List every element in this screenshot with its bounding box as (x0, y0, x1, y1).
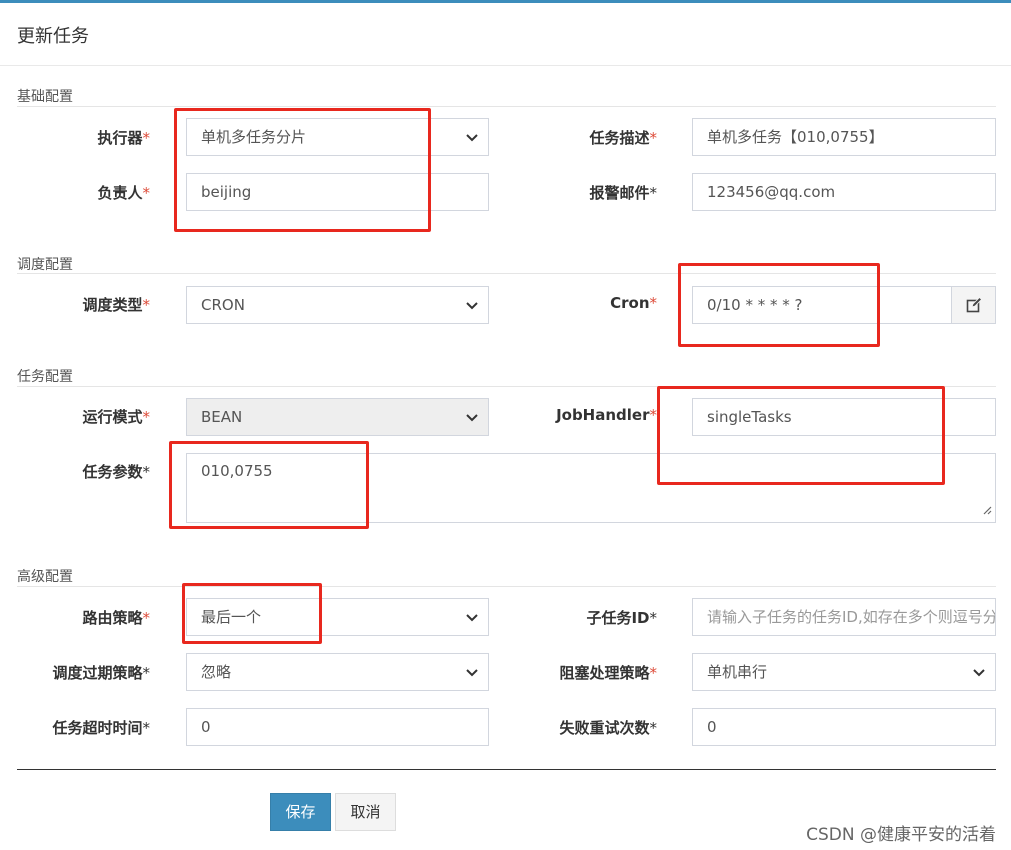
block-strategy-label: 阻塞处理策略* (559, 664, 657, 682)
chevron-down-icon (973, 654, 985, 690)
job-param-label: 任务参数* (82, 463, 150, 481)
job-handler-label: JobHandler* (556, 406, 657, 424)
job-handler-input[interactable]: singleTasks (692, 398, 996, 436)
job-param-textarea[interactable]: 010,0755 (186, 453, 996, 523)
cron-edit-button[interactable] (951, 286, 996, 324)
resize-handle-icon[interactable] (982, 501, 992, 519)
job-desc-label: 任务描述* (589, 129, 657, 147)
chevron-down-icon (466, 599, 478, 635)
cron-label: Cron* (610, 294, 657, 312)
child-job-id-input[interactable]: 请输入子任务的任务ID,如存在多个则逗号分隔 (692, 598, 996, 636)
chevron-down-icon (466, 654, 478, 690)
schedule-type-label: 调度类型* (82, 296, 150, 314)
schedule-type-select[interactable]: CRON (186, 286, 489, 324)
timeout-label: 任务超时时间* (52, 719, 150, 737)
cancel-button[interactable]: 取消 (335, 793, 396, 831)
fail-retry-input[interactable]: 0 (692, 708, 996, 746)
section-title-schedule: 调度配置 (17, 257, 73, 273)
fail-retry-label: 失败重试次数* (559, 719, 657, 737)
modal-title: 更新任务 (17, 26, 89, 47)
title-divider (0, 65, 1011, 66)
chevron-down-icon (466, 287, 478, 323)
job-desc-input[interactable]: 单机多任务【010,0755】 (692, 118, 996, 156)
edit-icon (966, 297, 982, 313)
author-input[interactable]: beijing (186, 173, 489, 211)
section-title-basic: 基础配置 (17, 89, 73, 105)
run-mode-select: BEAN (186, 398, 489, 436)
run-mode-label: 运行模式* (82, 408, 150, 426)
route-strategy-select[interactable]: 最后一个 (186, 598, 489, 636)
section-divider (17, 386, 996, 387)
misfire-strategy-select[interactable]: 忽略 (186, 653, 489, 691)
author-label: 负责人* (97, 184, 150, 202)
executor-label: 执行器* (97, 129, 150, 147)
footer-divider (17, 769, 996, 770)
timeout-input[interactable]: 0 (186, 708, 489, 746)
child-job-id-label: 子任务ID* (586, 609, 657, 627)
chevron-down-icon (466, 119, 478, 155)
alarm-email-input[interactable]: 123456@qq.com (692, 173, 996, 211)
section-title-advanced: 高级配置 (17, 569, 73, 585)
section-divider (17, 106, 996, 107)
save-button[interactable]: 保存 (270, 793, 331, 831)
section-title-task: 任务配置 (17, 369, 73, 385)
alarm-email-label: 报警邮件* (589, 184, 657, 202)
route-strategy-label: 路由策略* (82, 609, 150, 627)
block-strategy-select[interactable]: 单机串行 (692, 653, 996, 691)
chevron-down-icon (466, 399, 478, 435)
top-accent-bar (0, 0, 1011, 3)
misfire-strategy-label: 调度过期策略* (52, 664, 150, 682)
section-divider (17, 273, 996, 274)
job-param-value: 010,0755 (201, 462, 273, 480)
watermark: CSDN @健康平安的活着 (806, 825, 996, 845)
cron-input[interactable]: 0/10 * * * * ? (692, 286, 952, 324)
section-divider (17, 586, 996, 587)
executor-select[interactable]: 单机多任务分片 (186, 118, 489, 156)
